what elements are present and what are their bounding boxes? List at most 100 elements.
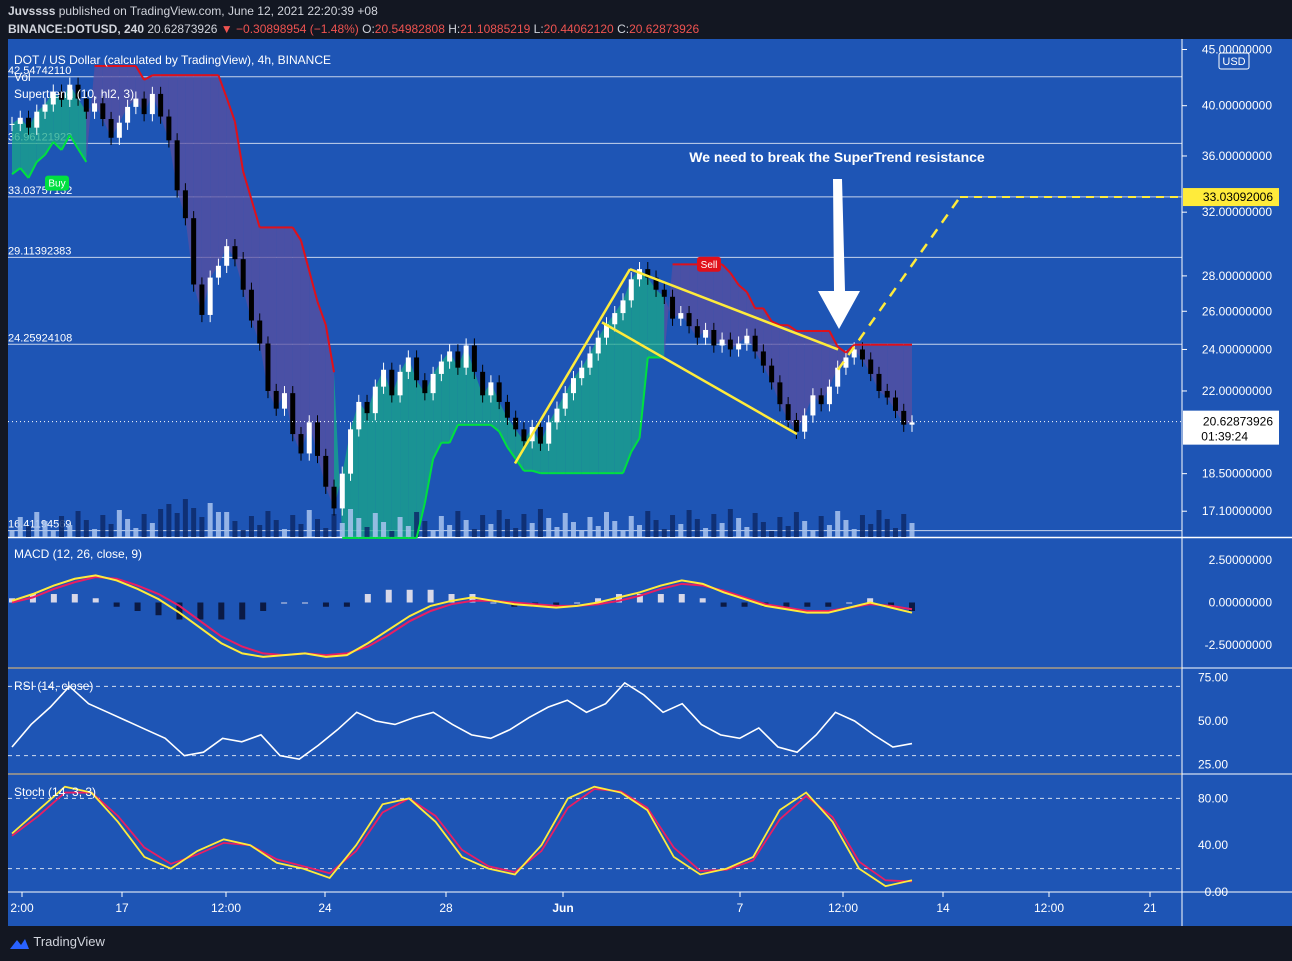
macd-histogram-bar [343,602,350,607]
candle-body [9,123,15,125]
candle-body [859,349,865,360]
candle-body [108,118,114,138]
volume-bar [876,510,882,537]
candle-body [670,296,676,319]
volume-bar [579,531,585,537]
chart-header: Juvssss published on TradingView.com, Ju… [0,0,1292,39]
stoch-pane[interactable] [8,775,1182,892]
candle-body [42,104,48,112]
candle-body [496,382,502,402]
candle-body [422,380,428,394]
candle-body [760,351,766,366]
volume-bar [273,520,279,537]
volume-bar [884,519,890,537]
volume-bar [835,511,841,537]
legend-macd: MACD (12, 26, close, 9) [14,547,142,561]
volume-bar [744,527,750,537]
publish-info: published on TradingView.com, June 12, 2… [58,4,378,18]
volume-bar [513,528,519,537]
candle-body [628,279,634,301]
candle-body [703,329,709,338]
price-tick-label: 32.00000000 [1202,205,1272,219]
volume-bar [339,523,345,537]
candle-body [397,371,403,396]
candle-body [298,434,304,454]
rsi-axis-label: 25.00 [1198,757,1228,771]
volume-bar [843,520,849,537]
price-tick-label: 24.00000000 [1202,342,1272,356]
price-tick-label: 36.00000000 [1202,149,1272,163]
candle-body [372,386,378,414]
candle-body [125,106,131,123]
price-tick-label: 28.00000000 [1202,269,1272,283]
time-tick-label: 17 [115,901,129,915]
candle-body [752,335,758,352]
volume-bar [455,511,461,537]
candle-body [777,382,783,405]
volume-bar [405,526,411,537]
time-tick-label: 2:00 [10,901,34,915]
tradingview-logo[interactable]: TradingView [8,934,105,950]
candle-body [133,98,139,107]
close-label: C: [617,22,630,36]
chart-canvas[interactable]: 42.5474211036.9612192233.0375713229.1139… [0,39,1292,926]
buy-signal-label: Buy [48,179,65,190]
time-axis[interactable] [8,892,1292,926]
supertrend-cloud [614,300,624,474]
cloud-icon [10,938,29,949]
candle-body [694,326,700,338]
candle-body [158,93,164,117]
volume-bar [348,509,354,537]
macd-histogram-bar [699,598,706,603]
level-label: 29.11392383 [8,245,71,257]
candle-body [909,422,915,425]
supertrend-cloud [218,75,227,266]
countdown-label: 01:39:24 [1201,430,1248,444]
volume-bar [678,524,684,537]
candle-body [438,361,444,374]
open-label: O: [362,22,375,36]
macd-histogram-bar [92,598,99,603]
candle-body [34,111,40,128]
volume-bar [645,511,651,537]
candle-body [488,382,494,396]
high-value: 21.10885219 [460,22,531,36]
volume-bar [521,514,527,537]
macd-histogram-bar [134,602,141,611]
candle-body [562,393,568,409]
candle-body [323,455,329,487]
candle-body [868,359,874,374]
volume-bar [628,516,634,537]
candle-body [414,357,420,381]
price-tick-label: 40.00000000 [1202,99,1272,113]
candle-body [430,373,436,394]
volume-bar [719,523,725,537]
volume-bar [331,514,337,537]
volume-bar [50,530,56,537]
candle-body [265,343,271,391]
candle-body [207,277,213,315]
rsi-pane[interactable] [8,669,1182,773]
volume-bar [298,524,304,537]
candle-body [364,401,370,414]
author-name[interactable]: Juvssss [8,4,55,18]
supertrend-cloud [656,289,665,358]
candle-body [174,140,180,191]
candle-body [504,401,510,418]
candle-body [116,122,122,138]
time-tick-label: Jun [552,901,573,915]
volume-bar [67,525,73,537]
volume-bar [463,520,469,537]
symbol-label: BINANCE:DOTUSD, 240 [8,22,145,36]
supertrend-cloud [210,75,219,278]
high-label: H: [448,22,461,36]
price-tick-label: 17.10000000 [1202,504,1272,518]
price-tick-label: 26.00000000 [1202,304,1272,318]
volume-bar [207,503,213,537]
candle-body [17,117,23,124]
low-label: L: [533,22,544,36]
brand-label: TradingView [33,934,105,949]
candle-body [463,345,469,368]
ohlc-line: BINANCE:DOTUSD, 240 20.62873926 ▼ −0.308… [8,22,699,36]
legend-title: DOT / US Dollar (calculated by TradingVi… [14,53,331,67]
